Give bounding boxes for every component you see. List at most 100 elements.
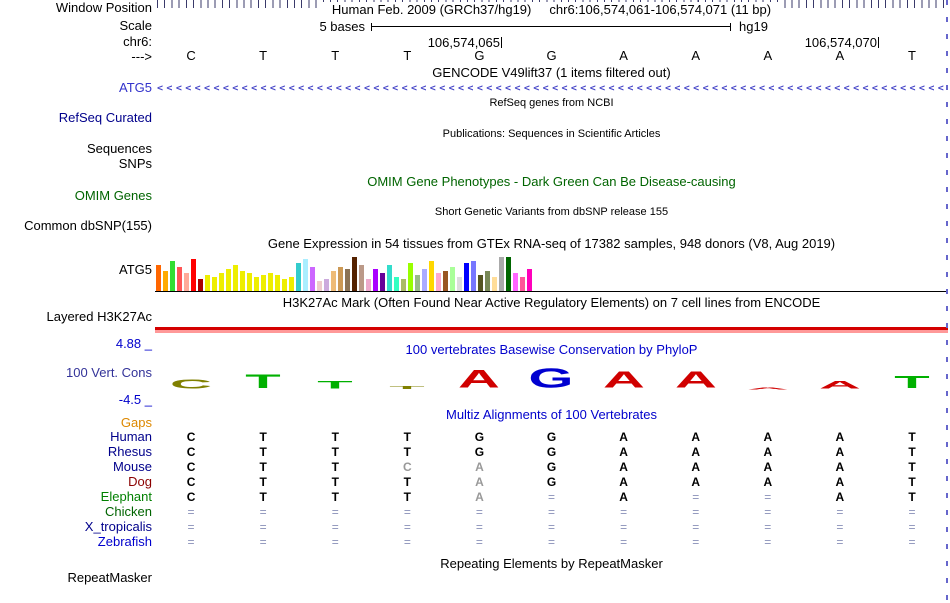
repeatmasker-label[interactable]: RepeatMasker: [0, 571, 152, 584]
gtex-bar-18[interactable]: [275, 275, 280, 291]
species-label-mouse[interactable]: Mouse: [0, 460, 152, 473]
gtex-bar-20[interactable]: [289, 277, 294, 291]
gtex-bar-1[interactable]: [156, 265, 161, 291]
gtex-bar-11[interactable]: [226, 269, 231, 291]
multiz-row-x_tropicalis[interactable]: = = = = = = = = = = =: [155, 520, 948, 534]
strand-arrow-icon: <: [693, 82, 700, 94]
gtex-bar-13[interactable]: [240, 271, 245, 291]
h3k27ac-signal-layer2[interactable]: [155, 330, 948, 333]
multiz-row-human[interactable]: CTTTGGAAAAT: [155, 430, 948, 444]
gtex-bar-22[interactable]: [303, 259, 308, 291]
gtex-bar-48[interactable]: [485, 271, 490, 291]
gtex-bar-45[interactable]: [464, 263, 469, 291]
phylop-logo[interactable]: CTTTAGAAAAT: [155, 355, 948, 393]
strand-arrow-icon: <: [307, 82, 314, 94]
aln-base: =: [692, 505, 700, 519]
strand-arrow-icon: <: [401, 82, 408, 94]
gtex-bar-54[interactable]: [527, 269, 532, 291]
gtex-bar-24[interactable]: [317, 281, 322, 291]
gtex-bar-35[interactable]: [394, 277, 399, 291]
gtex-bar-30[interactable]: [359, 265, 364, 291]
species-label-chicken[interactable]: Chicken: [0, 505, 152, 518]
gtex-bar-38[interactable]: [415, 275, 420, 291]
gtex-bar-34[interactable]: [387, 265, 392, 291]
gtex-bar-27[interactable]: [338, 267, 343, 291]
omim-genes-label[interactable]: OMIM Genes: [0, 189, 152, 202]
logo-letter-2: T: [245, 371, 281, 393]
gaps-label[interactable]: Gaps: [0, 416, 152, 429]
gtex-bar-15[interactable]: [254, 277, 259, 291]
gtex-bar-26[interactable]: [331, 271, 336, 291]
gtex-bar-31[interactable]: [366, 279, 371, 291]
species-label-human[interactable]: Human: [0, 430, 152, 443]
gtex-bar-49[interactable]: [492, 277, 497, 291]
gtex-bar-25[interactable]: [324, 279, 329, 291]
gtex-bar-41[interactable]: [436, 273, 441, 291]
gtex-bar-3[interactable]: [170, 261, 175, 291]
h3k27ac-label[interactable]: Layered H3K27Ac: [0, 310, 152, 323]
gtex-bar-9[interactable]: [212, 277, 217, 291]
species-label-x_tropicalis[interactable]: X_tropicalis: [0, 520, 152, 533]
scale-label: Scale: [119, 18, 152, 33]
aln-base: G: [546, 445, 557, 459]
gtex-bar-14[interactable]: [247, 273, 252, 291]
gtex-bar-17[interactable]: [268, 273, 273, 291]
strand-arrow-icon: <: [213, 82, 220, 94]
gtex-bar-5[interactable]: [184, 273, 189, 291]
gtex-bar-39[interactable]: [422, 269, 427, 291]
gtex-bar-23[interactable]: [310, 267, 315, 291]
multiz-row-rhesus[interactable]: CTTTGGAAAAT: [155, 445, 948, 459]
gtex-bar-chart[interactable]: [156, 250, 532, 291]
gtex-bar-2[interactable]: [163, 271, 168, 291]
aln-base: =: [620, 520, 628, 534]
gtex-bar-42[interactable]: [443, 271, 448, 291]
species-label-elephant[interactable]: Elephant: [0, 490, 152, 503]
gencode-gene-label[interactable]: ATG5: [0, 81, 152, 94]
gtex-bar-51[interactable]: [506, 257, 511, 291]
gtex-bar-10[interactable]: [219, 273, 224, 291]
snps-label[interactable]: SNPs: [0, 157, 152, 170]
atg5-gene-arrows[interactable]: < < < < < < < < < < < < < < < < < < < < < < < < < < < < < < < < < < < < < < < <…: [157, 82, 944, 94]
multiz-row-zebrafish[interactable]: = = = = = = = = = = =: [155, 535, 948, 549]
multiz-row-elephant[interactable]: C T T T A = A = = A T: [155, 490, 948, 504]
species-label-dog[interactable]: Dog: [0, 475, 152, 488]
gtex-bar-21[interactable]: [296, 263, 301, 291]
gtex-bar-40[interactable]: [429, 261, 434, 291]
gtex-bar-29[interactable]: [352, 257, 357, 291]
strand-arrow-icon: <: [655, 82, 662, 94]
species-label-rhesus[interactable]: Rhesus: [0, 445, 152, 458]
gtex-bar-43[interactable]: [450, 267, 455, 291]
refseq-curated-label[interactable]: RefSeq Curated: [0, 111, 152, 124]
gtex-bar-16[interactable]: [261, 275, 266, 291]
gtex-bar-33[interactable]: [380, 273, 385, 291]
gtex-bar-8[interactable]: [205, 275, 210, 291]
dbsnp-label[interactable]: Common dbSNP(155): [0, 219, 152, 232]
gtex-bar-47[interactable]: [478, 275, 483, 291]
gtex-bar-12[interactable]: [233, 265, 238, 291]
aln-base: T: [331, 460, 339, 474]
multiz-row-mouse[interactable]: CTTCAGAAAAT: [155, 460, 948, 474]
gtex-bar-6[interactable]: [191, 259, 196, 291]
species-label-zebrafish[interactable]: Zebrafish: [0, 535, 152, 548]
gtex-bar-28[interactable]: [345, 269, 350, 291]
gtex-bar-19[interactable]: [282, 279, 287, 291]
aln-base: T: [331, 490, 339, 504]
multiz-row-dog[interactable]: CTTTAGAAAAT: [155, 475, 948, 489]
gtex-bar-46[interactable]: [471, 261, 476, 291]
gtex-bar-37[interactable]: [408, 263, 413, 291]
gtex-bar-32[interactable]: [373, 269, 378, 291]
gtex-bar-50[interactable]: [499, 257, 504, 291]
gtex-bar-36[interactable]: [401, 279, 406, 291]
h3k27ac-track-title: H3K27Ac Mark (Often Found Near Active Re…: [282, 295, 821, 310]
gtex-bar-4[interactable]: [177, 267, 182, 291]
logo-letter-11: T: [894, 372, 930, 393]
phylop-label[interactable]: 100 Vert. Cons: [0, 366, 152, 379]
gtex-bar-44[interactable]: [457, 277, 462, 291]
gtex-bar-7[interactable]: [198, 279, 203, 291]
sequences-label[interactable]: Sequences: [0, 142, 152, 155]
multiz-row-chicken[interactable]: = = = = = = = = = = =: [155, 505, 948, 519]
gtex-bar-53[interactable]: [520, 277, 525, 291]
gtex-gene-label[interactable]: ATG5: [0, 263, 152, 276]
strand-arrow-icon: <: [175, 82, 182, 94]
gtex-bar-52[interactable]: [513, 273, 518, 291]
